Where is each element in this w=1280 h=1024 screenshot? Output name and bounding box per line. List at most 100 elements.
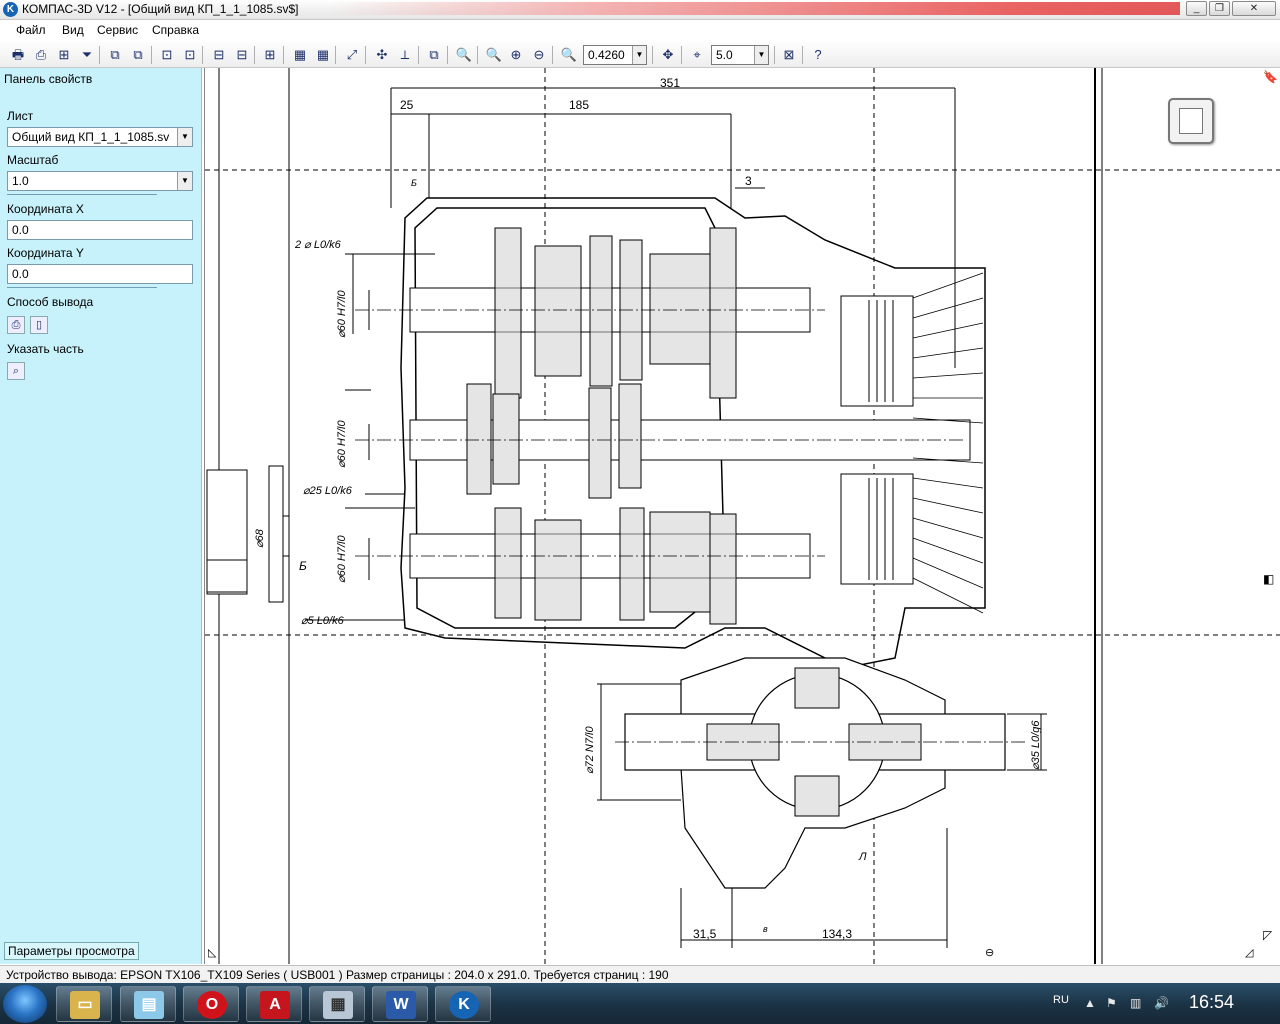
taskbar-opera[interactable]: O [183, 986, 239, 1022]
title-bar-highlight [330, 2, 1180, 15]
library-icon: ▤ [134, 991, 164, 1019]
corner-left-icon[interactable]: ◺ [208, 946, 222, 960]
fit-pages-icon[interactable]: ⊡ [181, 46, 199, 64]
bookmark-icon[interactable]: 🔖 [1263, 70, 1278, 86]
minimize-button[interactable]: _ [1186, 1, 1207, 16]
output-page-icon[interactable]: ▯ [30, 316, 48, 334]
taskbar-explorer[interactable]: ▭ [56, 986, 112, 1022]
start-button[interactable] [3, 985, 47, 1023]
drawing-area[interactable]: 351 25 185 3 2 ⌀ L0/k6 ⌀60 H7/l0 ⌀60 H7/… [204, 68, 1280, 964]
panel-title: Панель свойств [4, 72, 93, 86]
language-indicator[interactable]: RU [1053, 994, 1069, 1006]
page-setup-icon[interactable]: ⊞ [55, 46, 73, 64]
align-icon[interactable]: ⟂ [396, 46, 414, 64]
toolbar-separator [552, 46, 553, 64]
fit-page-icon[interactable]: ⤢ [343, 46, 361, 64]
print-icon[interactable]: 🖶 [9, 46, 27, 64]
menu-help[interactable]: Справка [152, 23, 199, 37]
zoom-icon[interactable]: 🔍 [485, 46, 503, 64]
action-center-icon[interactable]: ⚑ [1106, 996, 1117, 1010]
layout-icon[interactable]: ⊡ [158, 46, 176, 64]
corner-right-icon[interactable]: ◿ [1245, 946, 1259, 960]
tile-select-icon[interactable]: ▦ [314, 46, 332, 64]
section-label-l: Л [858, 851, 867, 863]
section-label-b1: Б [411, 178, 417, 188]
help-pointer-icon[interactable]: ? [809, 46, 827, 64]
toolbar-separator [477, 46, 478, 64]
opera-icon: O [197, 991, 227, 1019]
scale-select[interactable]: 1.0 ▼ [7, 171, 193, 191]
chevron-down-icon[interactable]: ▼ [177, 172, 192, 190]
fit-label-4: ⌀25 L0/k6 [303, 485, 353, 497]
coord-y-label: Координата Y [7, 246, 84, 260]
scroll-right-icon[interactable]: ◧ [1263, 572, 1277, 588]
print-preview-icon[interactable]: ⎙ [32, 46, 50, 64]
toolbar-separator [447, 46, 448, 64]
drawing-canvas[interactable]: 351 25 185 3 2 ⌀ L0/k6 ⌀60 H7/l0 ⌀60 H7/… [205, 68, 1280, 964]
divider [7, 194, 157, 195]
coord-x-field[interactable]: 0.0 [7, 220, 193, 240]
corner-icon[interactable]: ◸ [1263, 928, 1277, 944]
toolbar-separator [774, 46, 775, 64]
close-button[interactable]: ✕ [1232, 1, 1276, 16]
fit-label-7: ⌀68 [254, 528, 266, 548]
snap-icon[interactable]: ⌖ [688, 46, 706, 64]
dim-185: 185 [569, 98, 589, 112]
volume-icon[interactable]: 🔊 [1154, 996, 1169, 1010]
menu-service[interactable]: Сервис [97, 23, 138, 37]
zoom-value: 0.4260 [588, 48, 625, 62]
select-part-icon[interactable]: ⌕ [7, 362, 25, 380]
navigator-widget[interactable] [1168, 98, 1214, 144]
show-hidden-icon[interactable]: ▲ [1084, 996, 1096, 1010]
sheet-select[interactable]: Общий вид КП_1_1_1085.sv ▼ [7, 127, 193, 147]
mirror-icon[interactable]: ⊟ [233, 46, 251, 64]
chevron-down-icon[interactable]: ▼ [177, 128, 192, 146]
zoom-out-icon[interactable]: ⊖ [530, 46, 548, 64]
chevron-down-icon[interactable]: ▼ [632, 46, 646, 64]
coord-y-value: 0.0 [12, 267, 29, 281]
tile-icon[interactable]: ▦ [291, 46, 309, 64]
zoom-in-icon[interactable]: ⊕ [507, 46, 525, 64]
menu-view[interactable]: Вид [62, 23, 84, 37]
grid-icon[interactable]: ⊞ [261, 46, 279, 64]
scroll-bottom-icon[interactable]: ⊖ [985, 946, 1001, 960]
clock[interactable]: 16:54 [1189, 992, 1234, 1013]
zoom-window-icon[interactable]: 🔍 [455, 46, 473, 64]
move-sheet-icon[interactable]: ✣ [373, 46, 391, 64]
kompas-icon[interactable]: K [3, 2, 18, 17]
toolbar-separator [202, 46, 203, 64]
taskbar-acrobat[interactable]: A [246, 986, 302, 1022]
zoom-combobox[interactable]: 0.4260 ▼ [583, 45, 647, 65]
chevron-down-icon[interactable]: ▼ [754, 46, 768, 64]
dim-31-5: 31,5 [693, 927, 717, 941]
pan-icon[interactable]: ✥ [659, 46, 677, 64]
toolbar-separator [335, 46, 336, 64]
view-params-tab[interactable]: Параметры просмотра [4, 942, 139, 960]
arrange-icon[interactable]: ⧉ [129, 46, 147, 64]
taskbar-calculator[interactable]: ▦ [309, 986, 365, 1022]
taskbar-libraries[interactable]: ▤ [120, 986, 176, 1022]
title-bar: K КОМПАС-3D V12 - [Общий вид КП_1_1_1085… [0, 0, 1280, 20]
taskbar-word[interactable]: W [372, 986, 428, 1022]
exit-preview-icon[interactable]: ⊠ [780, 46, 798, 64]
menu-bar: Файл Вид Сервис Справка [0, 20, 1280, 42]
zoom-scale-icon[interactable]: 🔍 [560, 46, 578, 64]
coord-y-field[interactable]: 0.0 [7, 264, 193, 284]
toolbar-separator [254, 46, 255, 64]
menu-file[interactable]: Файл [16, 23, 46, 37]
output-print-icon[interactable]: ⎙ [7, 316, 25, 334]
taskbar-kompas[interactable]: K [435, 986, 491, 1022]
step-combobox[interactable]: 5.0 ▼ [711, 45, 769, 65]
toolbar-separator [365, 46, 366, 64]
network-icon[interactable]: ▥ [1130, 996, 1141, 1010]
rotate-icon[interactable]: ⊟ [210, 46, 228, 64]
restore-button[interactable]: ❐ [1209, 1, 1230, 16]
toolbar-separator [283, 46, 284, 64]
coord-x-value: 0.0 [12, 223, 29, 237]
toolbar-separator [418, 46, 419, 64]
sheets-icon[interactable]: ⧉ [425, 46, 443, 64]
word-icon: W [386, 991, 416, 1019]
copy-pages-icon[interactable]: ⧉ [106, 46, 124, 64]
filter-icon[interactable]: ⏷ [78, 46, 96, 64]
scale-value: 1.0 [12, 174, 29, 188]
